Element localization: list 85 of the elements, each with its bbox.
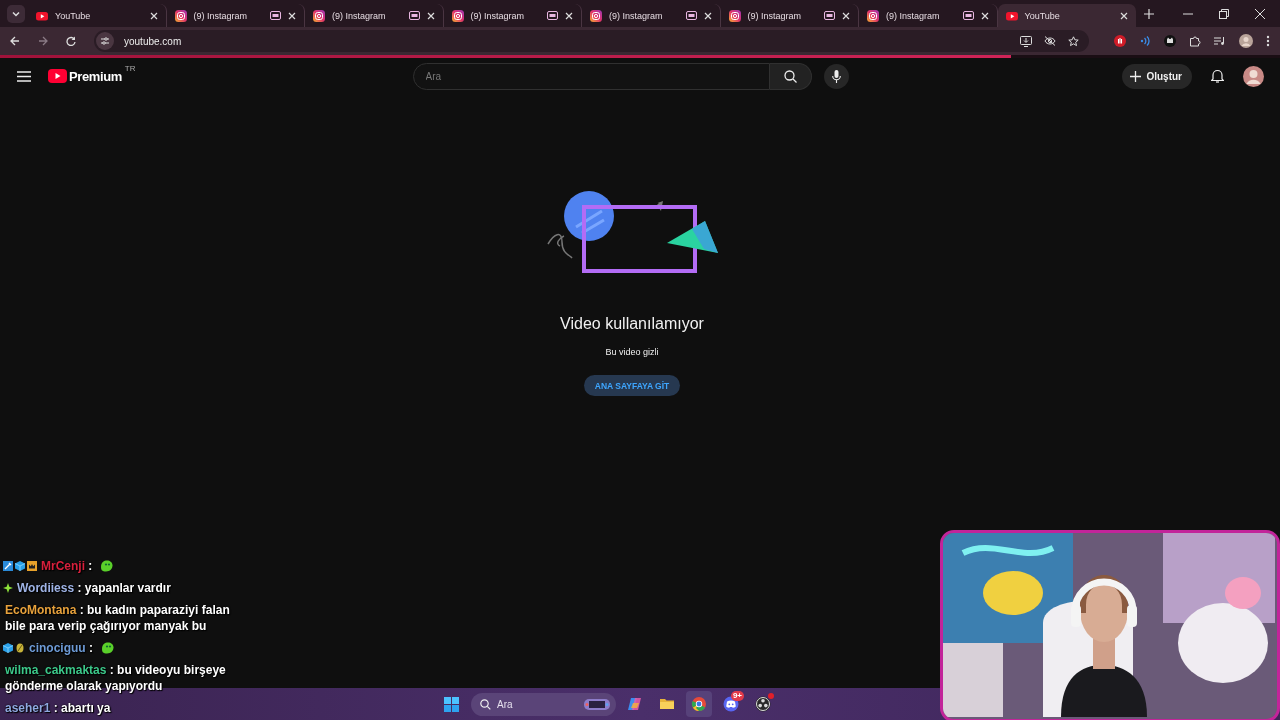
close-icon[interactable] [703, 11, 712, 20]
camera-logo-icon [451, 9, 464, 22]
chat-message: MrCenji : [40, 558, 93, 574]
close-icon[interactable] [149, 11, 158, 20]
crown-badge-icon [27, 561, 37, 571]
avatar-icon[interactable] [1243, 65, 1264, 87]
taskbar-app-button[interactable] [686, 691, 712, 717]
search-field[interactable]: Ara [412, 62, 770, 90]
puzzle-icon[interactable] [1189, 35, 1201, 47]
smiling-blob-emote-icon [101, 642, 114, 654]
back-icon[interactable] [10, 36, 20, 46]
sound-waves-icon[interactable] [1139, 35, 1151, 47]
cube-badge-icon [3, 643, 13, 653]
microphone-button[interactable] [823, 63, 849, 89]
taskbar-app-button[interactable]: 9+ [718, 691, 744, 717]
game-controller-icon [723, 696, 739, 712]
tab-title: (9) Instagram [332, 10, 387, 21]
close-icon[interactable] [1120, 11, 1128, 20]
play-logo-icon [36, 9, 48, 22]
install-icon[interactable] [1020, 35, 1032, 47]
browser-tab[interactable]: YouTube [997, 4, 1136, 27]
reload-icon[interactable] [66, 36, 76, 46]
chat-message: EcoMontana : bu kadın paparaziyi falan bile para verip çağırıyor manyak bu [4, 602, 231, 634]
leaf-badge-icon [15, 643, 25, 653]
logo-text: Premium [69, 69, 122, 84]
close-icon[interactable] [1255, 8, 1265, 19]
camera-logo-icon [174, 9, 187, 22]
go-home-button[interactable]: ANA SAYFAYA GİT [583, 375, 681, 396]
sparkle-badge-icon [3, 583, 13, 593]
restore-icon[interactable] [1219, 8, 1229, 19]
camera-logo-icon [590, 9, 602, 22]
more-menu-icon[interactable] [1266, 35, 1270, 47]
address-bar[interactable]: youtube.com [94, 30, 1089, 52]
plus-icon [1130, 70, 1142, 82]
chrome-icon [691, 696, 707, 712]
tab-title: (9) Instagram [747, 10, 803, 21]
media-list-icon[interactable] [1214, 36, 1226, 46]
camera-logo-icon [313, 9, 325, 22]
notifications-bell-icon[interactable] [1211, 69, 1224, 83]
tab-title: (9) Instagram [193, 10, 249, 21]
play-logo-icon [1005, 9, 1018, 22]
console-icon [583, 697, 611, 711]
chat-message: cinociguu : [28, 640, 93, 656]
taskbar-search-field[interactable]: Ara [471, 692, 616, 716]
site-settings-icon[interactable] [96, 32, 114, 50]
star-icon[interactable] [1068, 35, 1079, 47]
folder-icon [659, 696, 675, 712]
close-icon[interactable] [426, 11, 435, 20]
tab-title: YouTube [1024, 10, 1061, 21]
chat-message: wilma_cakmaktas : bu videoyu birşeye gönderme olarak yapıyordu [4, 662, 227, 694]
search-button[interactable] [769, 62, 812, 90]
notification-badge: 9+ [730, 691, 744, 701]
search-icon [783, 69, 797, 83]
profile-avatar-icon[interactable] [1239, 34, 1253, 48]
cube-badge-icon [15, 561, 25, 571]
hand-icon[interactable] [1114, 35, 1126, 47]
tab-title: YouTube [55, 10, 92, 21]
tab-title: (9) Instagram [470, 10, 526, 21]
camera-logo-icon [867, 9, 879, 22]
chat-message: aseher1 : abartı ya [4, 700, 111, 716]
tab-title: (9) Instagram [886, 10, 941, 21]
menu-icon[interactable] [17, 70, 31, 82]
camera-logo-icon [728, 9, 741, 22]
smiling-blob-emote-icon [100, 560, 114, 572]
wrench-badge-icon [3, 561, 13, 571]
close-icon[interactable] [288, 11, 296, 20]
eye-slash-icon[interactable] [1044, 36, 1056, 46]
close-icon[interactable] [565, 11, 573, 20]
tab-title: (9) Instagram [609, 10, 664, 21]
search-icon [480, 698, 491, 710]
new-tab-icon[interactable] [1144, 8, 1154, 19]
microphone-icon [831, 69, 841, 83]
close-icon[interactable] [842, 11, 850, 20]
play-logo-icon [48, 69, 67, 83]
chat-message: Wordiiess : yapanlar vardır [16, 580, 171, 596]
recording-app-icon [755, 696, 771, 712]
create-button[interactable]: Oluştur [1122, 63, 1192, 89]
forward-icon[interactable] [38, 36, 48, 46]
notice-title: Video kullanılamıyor [560, 315, 704, 333]
close-icon[interactable] [980, 11, 989, 20]
windows-start-icon[interactable] [444, 696, 459, 712]
tab-search-icon[interactable] [7, 4, 25, 23]
notice-subtitle: Bu video gizli [605, 347, 659, 357]
copilot-icon [627, 696, 643, 712]
url-text: youtube.com [124, 35, 182, 47]
